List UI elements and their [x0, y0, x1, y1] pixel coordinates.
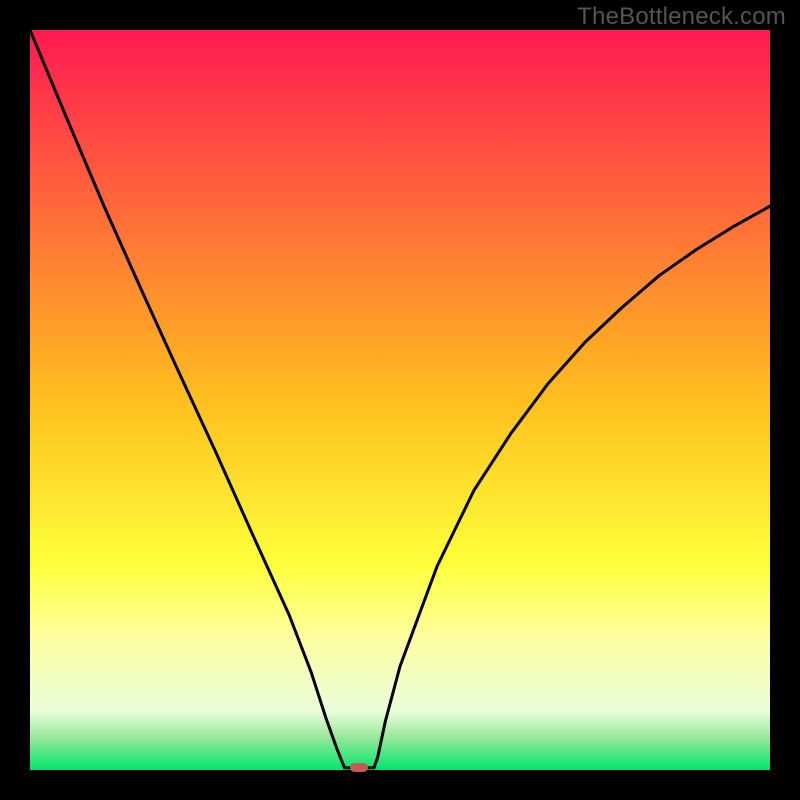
min-marker [350, 763, 368, 772]
chart-plot [30, 30, 770, 770]
chart-frame: TheBottleneck.com [0, 0, 800, 800]
gradient-background [30, 30, 770, 770]
watermark-text: TheBottleneck.com [577, 3, 786, 31]
